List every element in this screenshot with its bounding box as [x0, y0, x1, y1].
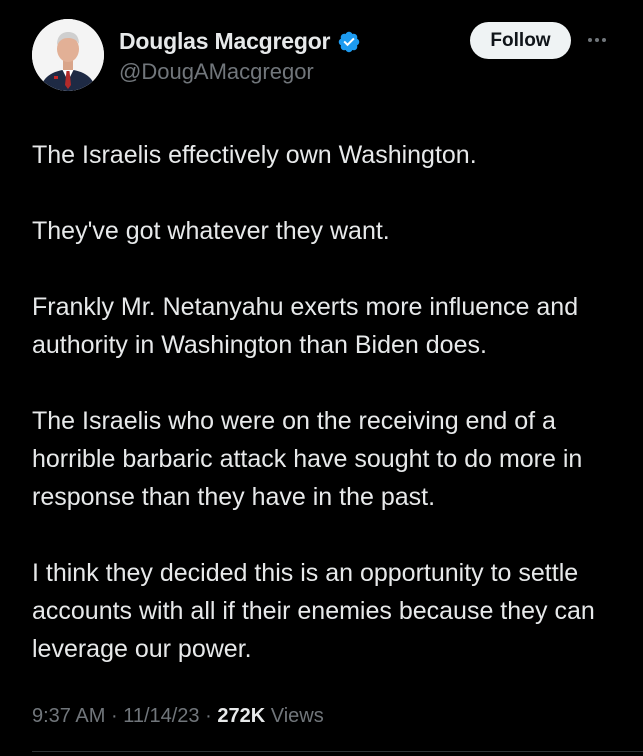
author-handle[interactable]: @DougAMacgregor	[119, 59, 314, 85]
tweet-paragraph: The Israelis effectively own Washington.	[32, 141, 477, 169]
verified-badge-icon	[339, 31, 360, 52]
avatar-image	[32, 19, 104, 91]
tweet-date[interactable]: 11/14/23	[123, 705, 199, 727]
more-dot	[602, 38, 606, 42]
views-count[interactable]: 272K	[217, 705, 265, 727]
tweet: Douglas Macgregor @DougAMacgregor Follow…	[0, 0, 643, 756]
author-display-name[interactable]: Douglas Macgregor	[119, 28, 331, 55]
author-name-row[interactable]: Douglas Macgregor	[119, 28, 361, 55]
tweet-time[interactable]: 9:37 AM	[32, 705, 105, 727]
avatar[interactable]	[32, 19, 104, 91]
follow-button[interactable]: Follow	[470, 22, 571, 59]
more-dot	[588, 38, 592, 42]
more-options-icon[interactable]	[585, 30, 609, 50]
tweet-paragraph: They've got whatever they want.	[32, 217, 390, 245]
tweet-text: The Israelis effectively own Washington.…	[32, 136, 622, 668]
more-dot	[595, 38, 599, 42]
divider	[32, 751, 643, 752]
tweet-paragraph: Frankly Mr. Netanyahu exerts more influe…	[32, 293, 579, 359]
meta-separator: ·	[110, 705, 118, 727]
meta-separator: ·	[205, 705, 212, 727]
tweet-paragraph: I think they decided this is an opportun…	[32, 559, 595, 663]
tweet-paragraph: The Israelis who were on the receiving e…	[32, 407, 583, 511]
views-label: Views	[270, 705, 324, 727]
tweet-metadata: 9:37 AM · 11/14/23 · 272K Views	[32, 705, 324, 728]
